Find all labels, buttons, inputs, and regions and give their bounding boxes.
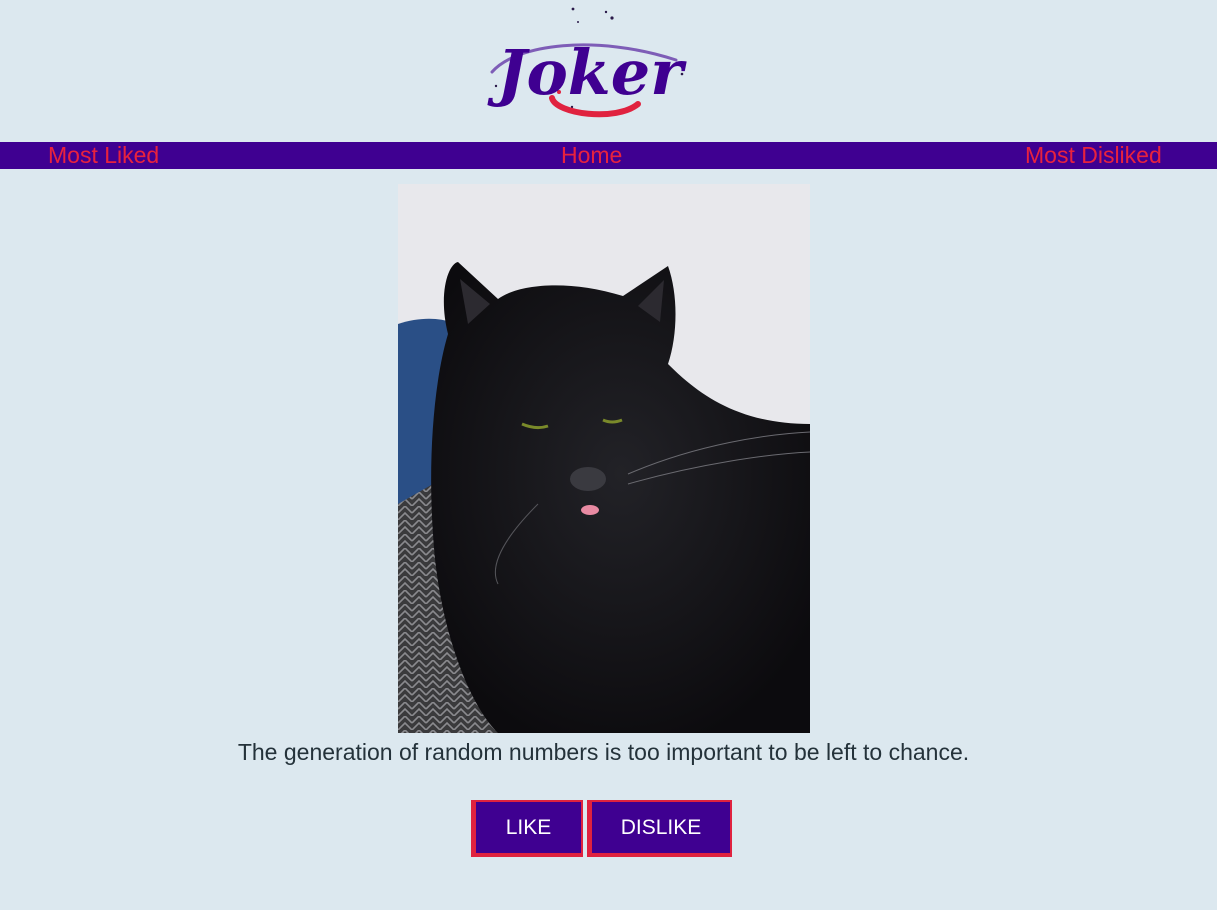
joke-image (398, 184, 810, 733)
nav-most-liked-link[interactable]: Most Liked (48, 142, 159, 168)
nav-most-disliked-link[interactable]: Most Disliked (1025, 142, 1162, 168)
dislike-button[interactable]: DISLIKE (587, 800, 732, 857)
joke-text: The generation of random numbers is too … (237, 739, 970, 765)
svg-text:Joker: Joker (487, 36, 687, 109)
joker-logo: Joker (486, 4, 692, 130)
nav-home-link[interactable]: Home (561, 142, 622, 168)
like-button[interactable]: LIKE (471, 800, 583, 857)
main-nav: Most Liked Home Most Disliked (0, 142, 1217, 169)
